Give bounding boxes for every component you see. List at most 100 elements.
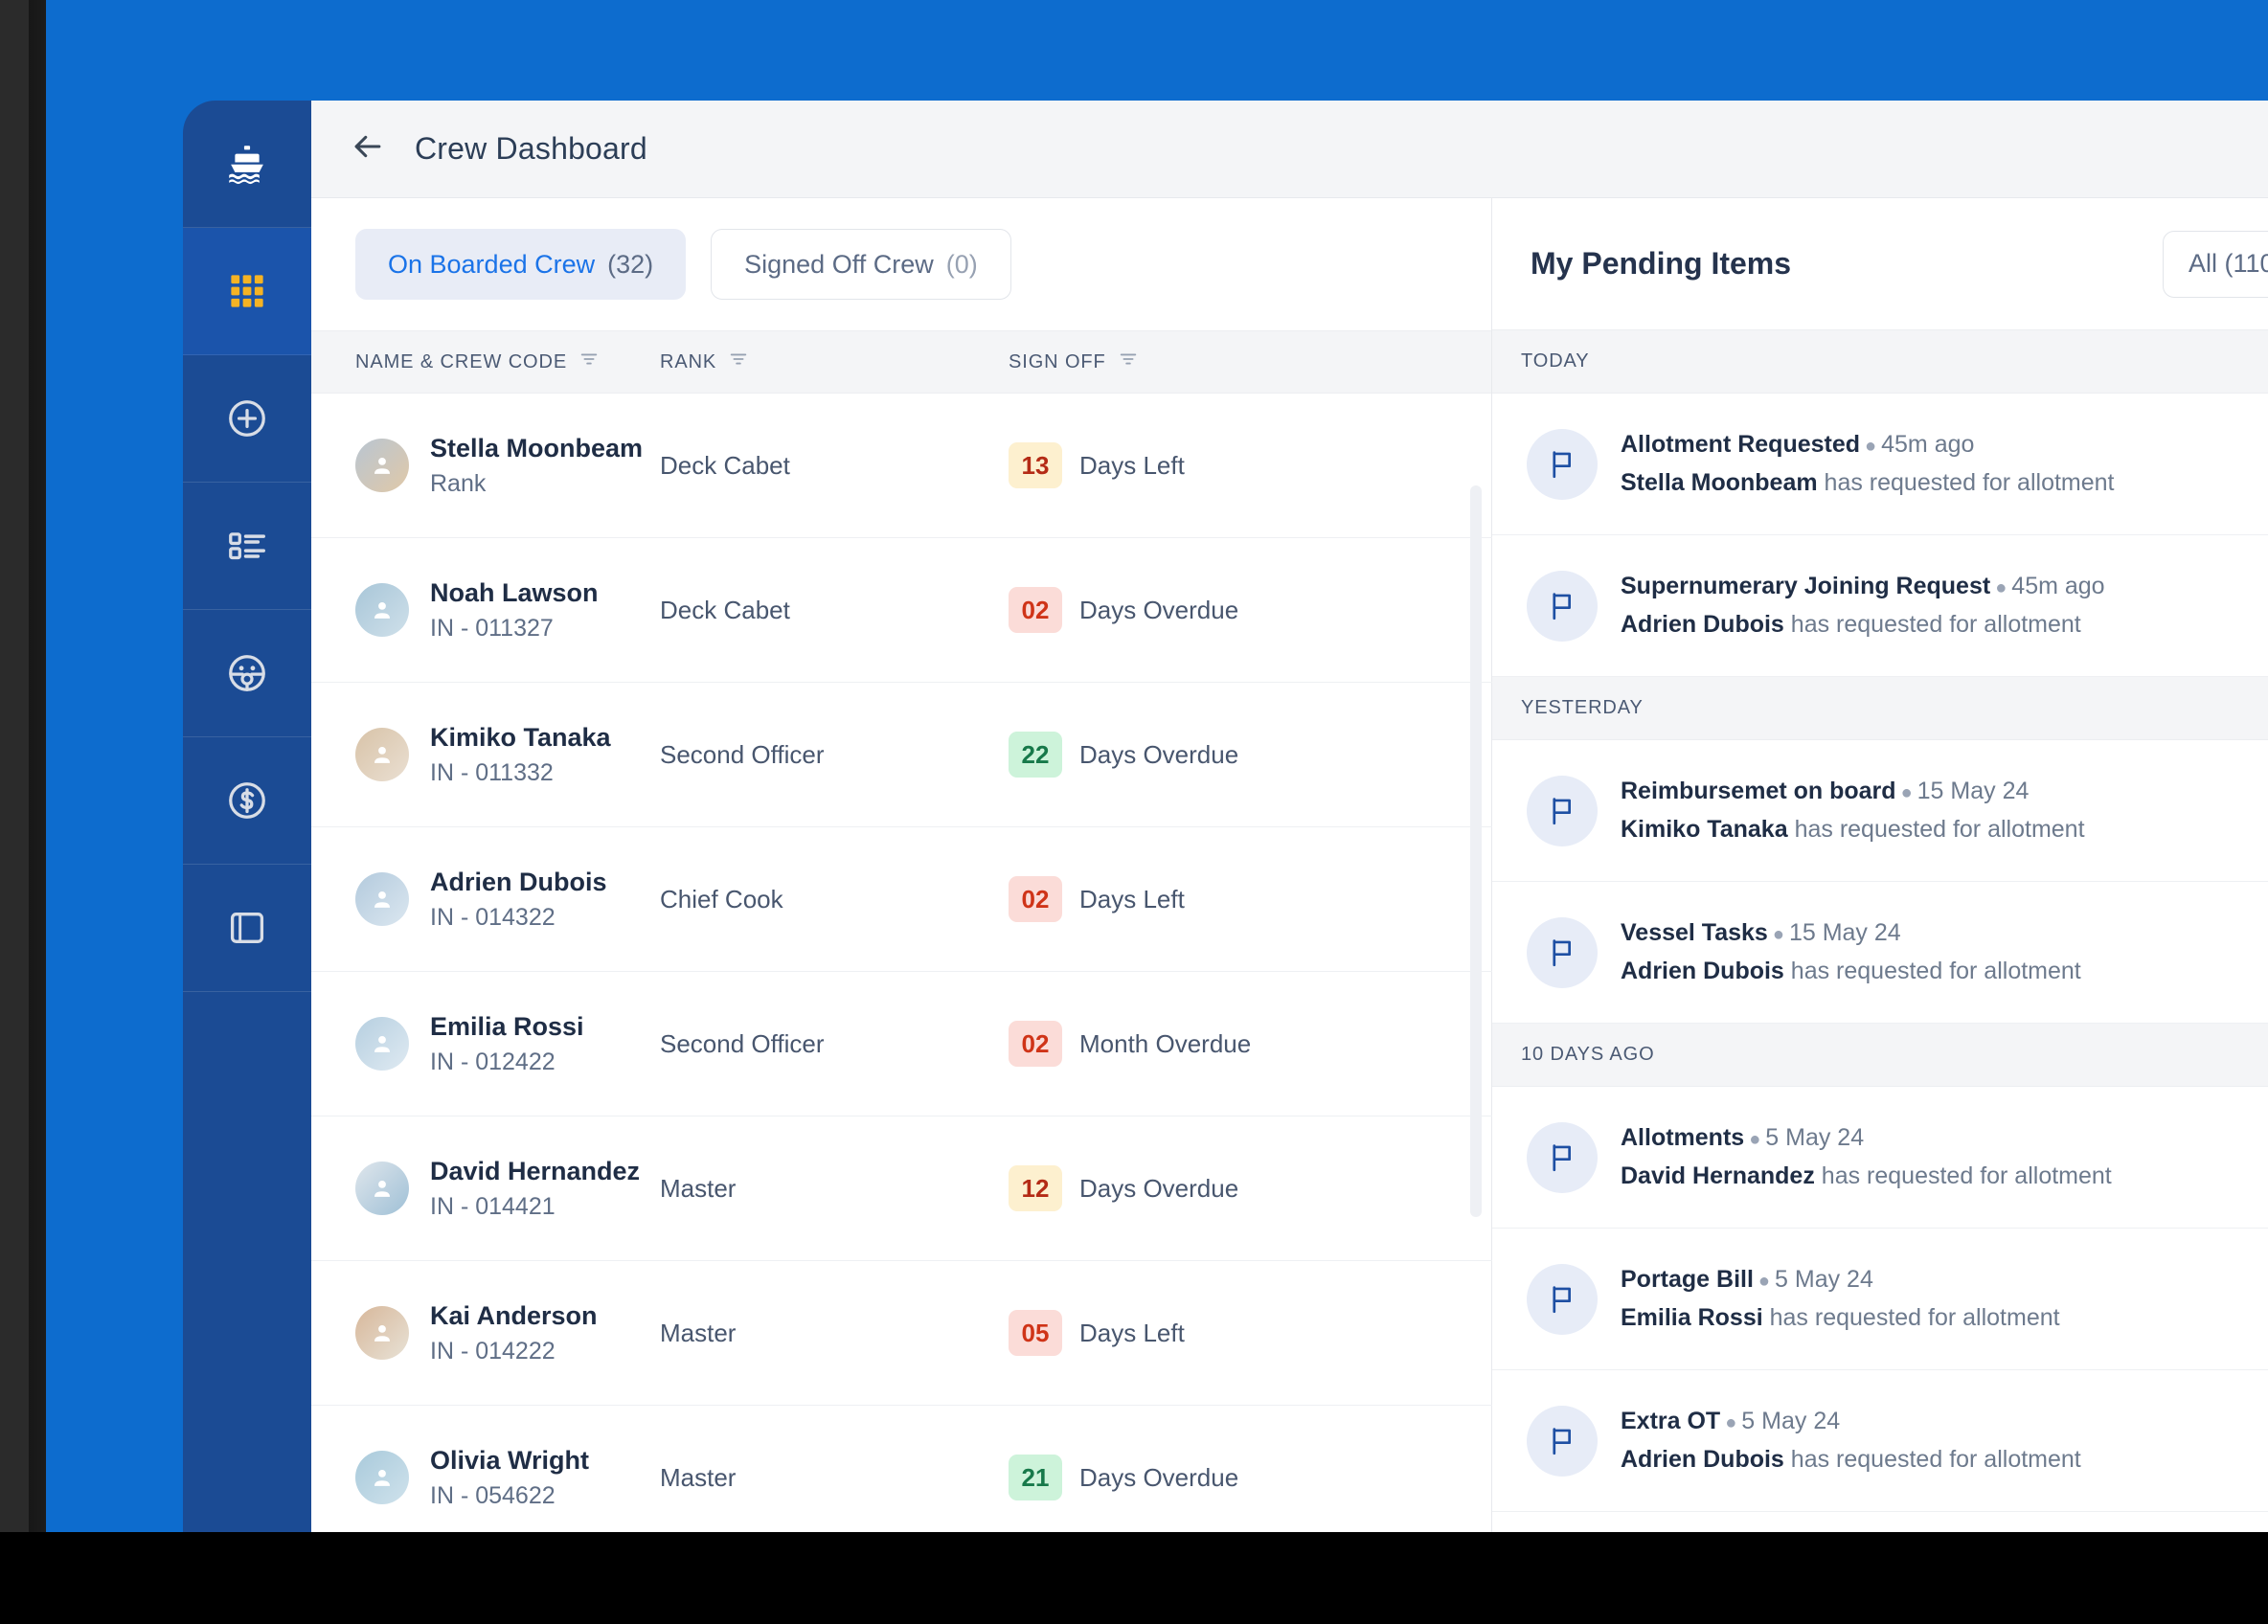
pending-item-title-row: Extra OT ● 5 May 24 [1621,1408,2081,1435]
separator-dot: ● [1772,924,1784,945]
screen: Crew Dashboard On Boarded Crew (32) Sign… [46,0,2268,1532]
pending-item-title-row: Portage Bill ● 5 May 24 [1621,1266,2060,1294]
table-row[interactable]: Emilia Rossi IN - 012422 Second Officer 02 M… [311,972,1492,1116]
pending-item-action: has requested for allotment [1790,958,2081,984]
crew-tabs: On Boarded Crew (32) Signed Off Crew (0) [311,198,1491,330]
crew-name-cell: David Hernandez IN - 014421 [311,1157,660,1221]
separator-dot: ● [1995,577,2007,598]
flag-icon [1527,570,1598,642]
pending-item-person: Adrien Dubois [1621,1446,1784,1473]
book-icon [226,907,268,949]
crew-sign-off-cell: 21 Days Overdue [1009,1455,1492,1500]
sign-off-status: Month Overdue [1079,1028,1252,1058]
separator-dot: ● [1725,1412,1737,1433]
device-bottom-fade [0,1532,2268,1540]
pending-item-title: Vessel Tasks [1621,919,1768,946]
avatar [355,728,409,781]
list-item[interactable]: Allotment Requested ● 45m ago Stella Moonbe… [1492,394,2268,535]
table-row[interactable]: Adrien Dubois IN - 014322 Chief Cook 02 Days… [311,827,1492,972]
sidebar-item-dashboard[interactable] [183,228,311,355]
sign-off-status: Days Overdue [1079,739,1239,769]
sidebar-item-payroll[interactable] [183,737,311,865]
crew-rank: Chief Cook [660,884,783,914]
sign-off-status: Days Overdue [1079,595,1239,624]
column-header-rank[interactable]: RANK [660,349,1009,375]
filter-icon[interactable] [1118,349,1139,375]
pending-item-description: Emilia Rossi has requested for allotment [1621,1304,2060,1332]
list-item[interactable]: Portage Bill ● 5 May 24 Emilia Rossi has re… [1492,1229,2268,1370]
pending-item-person: David Hernandez [1621,1162,1815,1189]
crew-sign-off-cell: 12 Days Overdue [1009,1165,1492,1211]
table-row[interactable]: Kimiko Tanaka IN - 011332 Second Officer 22… [311,683,1492,827]
crew-name-cell: Kai Anderson IN - 014222 [311,1301,660,1365]
list-item[interactable]: Supernumerary Joining Request ● 45m ago Adr… [1492,535,2268,677]
pending-item-action: has requested for allotment [1824,469,2115,496]
main-card: Crew Dashboard On Boarded Crew (32) Sign… [311,101,2268,1532]
crew-code: IN - 014222 [430,1337,556,1365]
device-bottom-bezel [0,1532,2268,1624]
sign-off-status: Days Left [1079,884,1185,914]
filter-icon[interactable] [728,349,749,375]
tab-signed-off-crew[interactable]: Signed Off Crew (0) [711,229,1011,300]
sign-off-status: Days Left [1079,1318,1185,1347]
crew-code: Rank [430,469,487,497]
column-label: SIGN OFF [1009,350,1106,372]
crew-list-scrollbar[interactable] [1470,485,1482,1217]
crew-rank: Master [660,1318,737,1347]
crew-table-body: Stella Moonbeam Rank Deck Cabet 13 Days Left… [311,394,1492,1532]
sign-off-status: Days Overdue [1079,1462,1239,1492]
separator-dot: ● [1865,436,1877,457]
sidebar-item-vessels[interactable] [183,101,311,228]
sidebar-item-tasks[interactable] [183,483,311,610]
pending-item-title-row: Allotments ● 5 May 24 [1621,1124,2112,1152]
pending-items-header: My Pending Items All (110) [1492,198,2268,330]
sidebar-item-documents[interactable] [183,865,311,992]
pending-items-title: My Pending Items [1531,246,1792,281]
table-row[interactable]: Noah Lawson IN - 011327 Deck Cabet 02 Days O… [311,538,1492,683]
sidebar-item-navigation[interactable] [183,610,311,737]
sidebar-item-add[interactable] [183,355,311,483]
pending-item-title: Allotments [1621,1124,1745,1151]
filter-icon[interactable] [578,349,600,375]
list-item[interactable]: Allotments ● 5 May 24 David Hernandez has r… [1492,1087,2268,1229]
crew-rank: Master [660,1173,737,1203]
crew-code: IN - 011332 [430,758,554,786]
crew-rank: Deck Cabet [660,450,790,480]
tab-on-boarded-crew[interactable]: On Boarded Crew (32) [355,229,687,300]
status-badge: 21 [1009,1455,1062,1500]
pending-item-person: Adrien Dubois [1621,611,1784,638]
plus-circle-icon [225,396,269,440]
avatar [355,1017,409,1071]
table-row[interactable]: Stella Moonbeam Rank Deck Cabet 13 Days Left [311,394,1492,538]
table-header: NAME & CREW CODE RANK SIGN OFF [311,330,1491,394]
flag-icon [1527,916,1598,988]
list-item[interactable]: Reimbursemet on board ● 15 May 24 Kimiko Ta… [1492,740,2268,882]
pending-group-header: TODAY [1492,330,2268,394]
crew-rank: Master [660,1462,737,1492]
crew-rank: Second Officer [660,1028,825,1058]
back-button[interactable] [346,127,390,171]
list-item[interactable]: Extra OT ● 5 May 24 Adrien Dubois has reque… [1492,1370,2268,1512]
table-row[interactable]: David Hernandez IN - 014421 Master 12 Days O… [311,1116,1492,1261]
sign-off-status: Days Left [1079,450,1185,480]
column-header-sign-off[interactable]: SIGN OFF [1009,349,1491,375]
table-row[interactable]: Kai Anderson IN - 014222 Master 05 Days Left [311,1261,1492,1406]
ship-icon [225,142,269,186]
pending-item-time: 15 May 24 [1788,919,1901,946]
table-row[interactable]: Olivia Wright IN - 054622 Master 21 Days Ove… [311,1406,1492,1532]
pending-filter-dropdown[interactable]: All (110) [2163,230,2268,298]
flag-icon [1527,428,1598,500]
list-item[interactable]: Vessel Tasks ● 15 May 24 Adrien Dubois has … [1492,882,2268,1024]
crew-name-cell: Kimiko Tanaka IN - 011332 [311,723,660,787]
device-bezel: Crew Dashboard On Boarded Crew (32) Sign… [0,0,2268,1624]
status-badge: 05 [1009,1310,1062,1356]
separator-dot: ● [1749,1129,1761,1150]
pending-item-title: Reimbursemet on board [1621,778,1896,804]
avatar [355,439,409,492]
pending-item-action: has requested for allotment [1790,611,2081,638]
tab-count: (32) [607,249,654,279]
tab-count: (0) [945,249,978,279]
column-header-name[interactable]: NAME & CREW CODE [311,349,660,375]
pending-item-action: has requested for allotment [1769,1304,2060,1331]
arrow-left-icon [350,128,386,169]
